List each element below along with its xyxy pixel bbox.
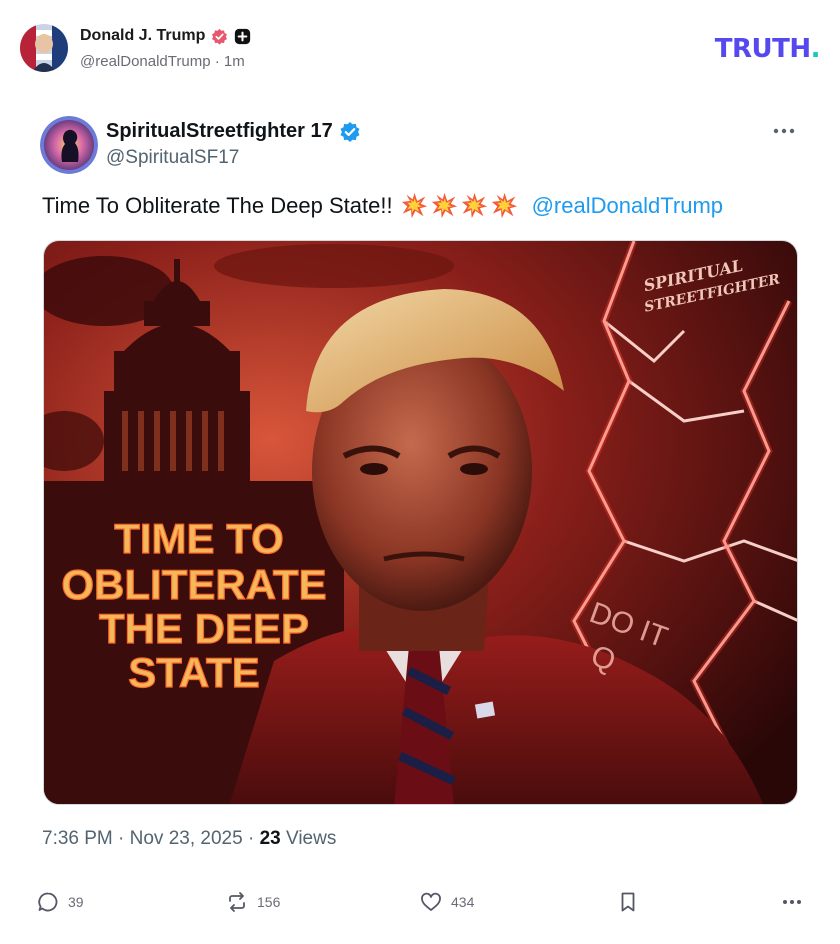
more-icon	[783, 900, 801, 904]
repost-button[interactable]: 156	[225, 890, 280, 914]
author-handle[interactable]: @realDonaldTrump	[80, 53, 211, 70]
plus-badge-icon	[235, 28, 251, 44]
action-bar: 39 156 434	[0, 890, 840, 920]
tweet-text: Time To Obliterate The Deep State!! @rea…	[42, 192, 723, 219]
reply-button[interactable]: 39	[36, 890, 84, 914]
reply-count: 39	[68, 894, 84, 910]
author-avatar[interactable]	[20, 24, 68, 72]
tweet-timestamp[interactable]: 7:36 PM · Nov 23, 2025 ·	[42, 828, 254, 849]
collision-emoji-icon	[461, 192, 487, 219]
author-name[interactable]: Donald J. Trump	[80, 27, 205, 45]
repost-count: 156	[257, 894, 281, 910]
truth-logo-text: TRUTH	[714, 34, 811, 64]
truth-logo: TRUTH.	[714, 34, 821, 64]
repost-icon	[229, 892, 245, 912]
more-options-button[interactable]	[780, 890, 804, 914]
image-text-line4: STATE	[128, 649, 259, 696]
tweet-mention[interactable]: @realDonaldTrump	[532, 193, 723, 219]
author-meta: @realDonaldTrump · 1m	[80, 53, 251, 70]
tweet-avatar[interactable]	[40, 116, 98, 174]
collision-emoji-icon	[401, 192, 427, 219]
image-text-line2: OBLITERATE	[61, 561, 326, 608]
image-text-line3: THE DEEP	[99, 605, 309, 652]
meta-separator: ·	[214, 53, 220, 70]
heart-icon	[421, 892, 441, 911]
tweet-body: Time To Obliterate The Deep State!!	[42, 192, 393, 218]
tweet-display-name[interactable]: SpiritualStreetfighter 17	[106, 120, 333, 143]
post-time: 1m	[223, 53, 245, 70]
post-header: Donald J. Trump @realDonaldTrump · 1m TR…	[20, 24, 821, 74]
like-button[interactable]: 434	[419, 890, 474, 914]
collision-emoji-icon	[431, 192, 457, 219]
verified-badge-icon	[212, 28, 228, 45]
tweet-image[interactable]: TIME TO OBLITERATE THE DEEP STATE DO IT …	[43, 240, 798, 805]
bookmark-button[interactable]	[616, 890, 640, 914]
verified-badge-icon	[340, 121, 360, 142]
emoji-row	[401, 192, 518, 219]
tweet-meta: 7:36 PM · Nov 23, 2025 · 23 Views	[42, 828, 336, 850]
like-count: 434	[451, 894, 475, 910]
collision-emoji-icon	[491, 192, 517, 219]
views-label: Views	[285, 828, 337, 849]
reply-icon	[38, 892, 58, 912]
bookmark-icon	[621, 892, 635, 912]
views-count: 23	[259, 828, 281, 849]
more-icon[interactable]	[772, 124, 796, 138]
image-text-line1: TIME TO	[114, 515, 284, 562]
tweet-handle[interactable]: @SpiritualSF17	[106, 147, 239, 169]
truth-logo-dot: .	[810, 34, 821, 64]
